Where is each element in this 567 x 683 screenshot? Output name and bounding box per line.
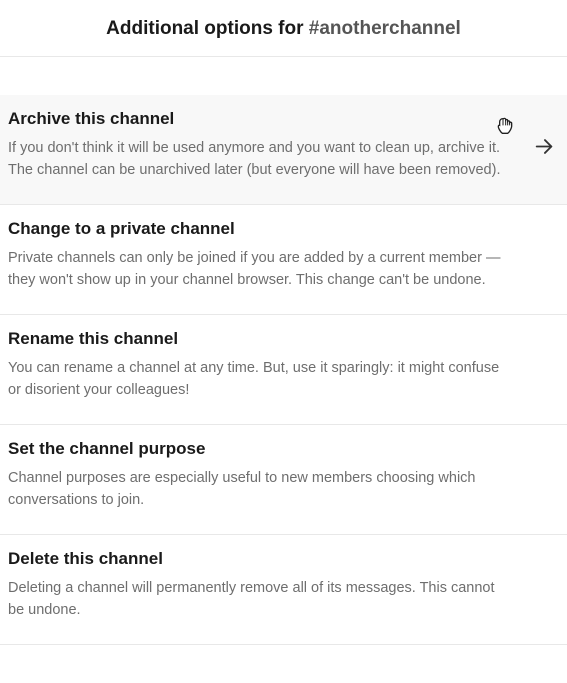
option-title: Archive this channel [8,109,559,129]
option-item[interactable]: Change to a private channel Private chann… [0,205,567,315]
arrow-right-icon [533,136,555,163]
option-description: Deleting a channel will permanently remo… [8,577,508,622]
dialog-header: Additional options for #anotherchannel [0,0,567,57]
channel-name: #anotherchannel [309,18,461,39]
option-description: Private channels can only be joined if y… [8,247,508,292]
dialog-title: Additional options for #anotherchannel [0,18,567,40]
option-title: Change to a private channel [8,219,559,239]
options-list: Archive this channel If you don't think i… [0,95,567,645]
cursor-pointer-icon [497,117,513,140]
option-item[interactable]: Rename this channel You can rename a chan… [0,315,567,425]
option-description: Channel purposes are especially useful t… [8,467,508,512]
option-title: Set the channel purpose [8,439,559,459]
option-item[interactable]: Set the channel purpose Channel purposes … [0,425,567,535]
option-description: You can rename a channel at any time. Bu… [8,357,508,402]
title-prefix: Additional options for [106,18,309,39]
option-description: If you don't think it will be used anymo… [8,137,508,182]
option-title: Delete this channel [8,549,559,569]
option-title: Rename this channel [8,329,559,349]
option-item[interactable]: Delete this channel Deleting a channel wi… [0,535,567,645]
option-item[interactable]: Archive this channel If you don't think i… [0,95,567,205]
